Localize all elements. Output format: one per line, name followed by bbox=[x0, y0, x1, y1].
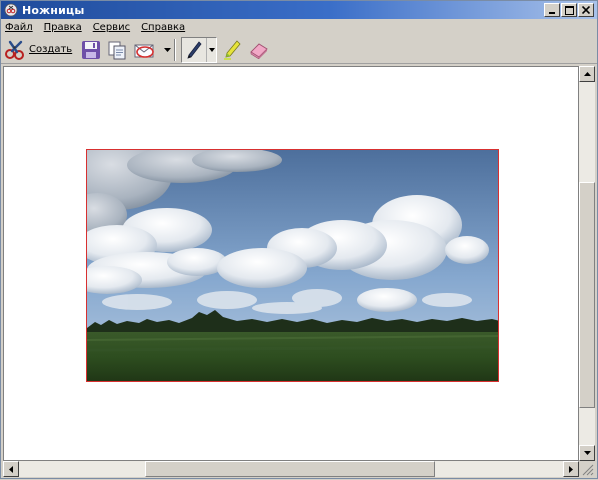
copy-icon bbox=[108, 41, 126, 59]
snip-photo bbox=[87, 150, 498, 381]
close-icon bbox=[582, 6, 590, 14]
minimize-button[interactable] bbox=[544, 3, 560, 17]
snipping-tool-window: Ножницы Файл Правка Сервис Справка Созда… bbox=[0, 0, 598, 479]
scrollbar-corner bbox=[579, 461, 595, 477]
close-button[interactable] bbox=[578, 3, 594, 17]
pen-dropdown[interactable] bbox=[206, 37, 216, 62]
pen-tool-group bbox=[181, 36, 218, 63]
menu-edit[interactable]: Правка bbox=[44, 22, 82, 33]
resize-grip-icon[interactable] bbox=[579, 461, 595, 477]
highlighter-button[interactable] bbox=[222, 38, 242, 62]
captured-snip-image bbox=[86, 149, 499, 382]
send-snip-dropdown[interactable] bbox=[163, 38, 171, 62]
save-button[interactable] bbox=[81, 38, 101, 62]
send-snip-button[interactable] bbox=[133, 38, 157, 62]
eraser-button[interactable] bbox=[248, 38, 270, 62]
menu-help[interactable]: Справка bbox=[141, 22, 185, 33]
vertical-scroll-thumb[interactable] bbox=[579, 182, 595, 408]
minimize-icon bbox=[549, 12, 555, 14]
chevron-down-icon bbox=[163, 47, 171, 52]
window-controls bbox=[544, 3, 594, 17]
scroll-right-button[interactable] bbox=[563, 461, 579, 477]
window-title: Ножницы bbox=[22, 3, 85, 17]
arrow-up-icon bbox=[583, 72, 591, 76]
menu-file[interactable]: Файл bbox=[5, 22, 33, 33]
create-button-label: Создать bbox=[29, 44, 73, 55]
horizontal-scroll-thumb[interactable] bbox=[145, 461, 435, 477]
chevron-down-icon bbox=[208, 47, 215, 52]
scissors-icon bbox=[5, 40, 24, 60]
pen-icon bbox=[187, 40, 202, 59]
scroll-left-button[interactable] bbox=[3, 461, 19, 477]
pen-button[interactable] bbox=[182, 38, 206, 62]
eraser-icon bbox=[250, 42, 268, 59]
create-button[interactable]: Создать bbox=[4, 39, 72, 61]
horizontal-scrollbar[interactable] bbox=[3, 461, 579, 477]
scroll-up-button[interactable] bbox=[579, 66, 595, 82]
vertical-scrollbar[interactable] bbox=[579, 66, 595, 461]
maximize-icon bbox=[564, 5, 574, 15]
send-email-icon bbox=[134, 44, 154, 58]
title-bar[interactable]: Ножницы bbox=[1, 1, 597, 19]
copy-button[interactable] bbox=[107, 38, 127, 62]
highlighter-icon bbox=[224, 39, 241, 60]
save-icon bbox=[82, 40, 101, 59]
toolbar: Создать bbox=[1, 36, 597, 64]
arrow-right-icon bbox=[569, 465, 573, 473]
scissors-app-icon bbox=[4, 3, 18, 17]
arrow-left-icon bbox=[9, 465, 13, 473]
maximize-button[interactable] bbox=[561, 3, 577, 17]
arrow-down-icon bbox=[583, 451, 591, 455]
menu-bar: Файл Правка Сервис Справка bbox=[1, 19, 597, 36]
snip-canvas[interactable] bbox=[3, 66, 579, 461]
menu-tools[interactable]: Сервис bbox=[93, 22, 130, 33]
scroll-down-button[interactable] bbox=[579, 445, 595, 461]
toolbar-separator bbox=[174, 38, 177, 61]
